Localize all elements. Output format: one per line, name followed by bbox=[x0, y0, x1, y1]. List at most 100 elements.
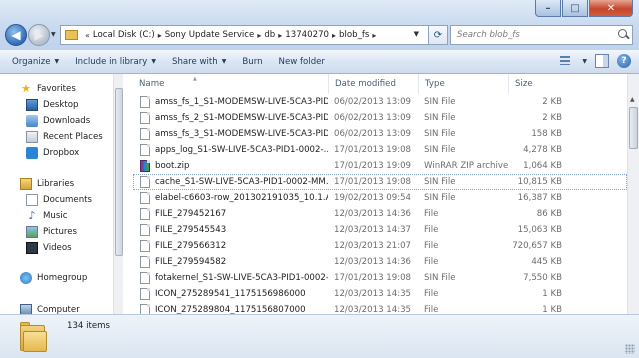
file-name-cell[interactable]: FILE_279566312 bbox=[134, 240, 328, 252]
share-with-button[interactable]: Share with ▼ bbox=[172, 57, 226, 67]
chevron-right-icon[interactable]: ▸ bbox=[372, 31, 376, 40]
organize-button[interactable]: Organize ▼ bbox=[12, 57, 59, 67]
nav-videos[interactable]: Videos bbox=[26, 242, 72, 254]
nav-libraries[interactable]: Libraries bbox=[20, 178, 74, 190]
view-dropdown-icon[interactable]: ▼ bbox=[582, 58, 587, 65]
file-list-scrollbar[interactable]: ▲ bbox=[627, 74, 639, 314]
close-button[interactable]: ✕ bbox=[589, 0, 633, 17]
file-row[interactable]: boot.zip 17/01/2013 19:09 WinRAR ZIP archi… bbox=[133, 158, 627, 174]
chevron-icon[interactable]: « bbox=[85, 31, 90, 40]
navigation-pane: ★ Favorites Desktop Downloads Recent Plac… bbox=[0, 74, 123, 314]
file-row[interactable]: amss_fs_1_S1-MODEMSW-LIVE-5CA3-PID... 06/… bbox=[133, 94, 627, 110]
nav-desktop[interactable]: Desktop bbox=[26, 99, 78, 111]
file-name-cell[interactable]: amss_fs_1_S1-MODEMSW-LIVE-5CA3-PID... bbox=[134, 96, 328, 108]
file-type: SIN File bbox=[424, 113, 456, 123]
music-note-icon: ♪ bbox=[28, 209, 36, 222]
file-row[interactable]: fotakernel_S1-SW-LIVE-5CA3-PID1-0002-...… bbox=[133, 270, 627, 286]
breadcrumb-blob-fs[interactable]: blob_fs bbox=[339, 30, 369, 40]
file-name: amss_fs_3_S1-MODEMSW-LIVE-5CA3-PID... bbox=[155, 129, 328, 139]
file-type: File bbox=[424, 289, 439, 299]
burn-button[interactable]: Burn bbox=[242, 57, 262, 67]
file-name-cell[interactable]: FILE_279545543 bbox=[134, 224, 328, 236]
chevron-right-icon[interactable]: ▸ bbox=[257, 31, 261, 40]
include-in-library-button[interactable]: Include in library ▼ bbox=[75, 57, 156, 67]
nav-homegroup[interactable]: Homegroup bbox=[20, 272, 87, 284]
resize-grip-icon[interactable] bbox=[625, 344, 635, 354]
minimize-button[interactable]: – bbox=[535, 0, 561, 17]
chevron-right-icon[interactable]: ▸ bbox=[278, 31, 282, 40]
burn-label: Burn bbox=[242, 56, 263, 67]
file-row[interactable]: cache_S1-SW-LIVE-5CA3-PID1-0002-MM... 17/… bbox=[133, 174, 627, 190]
scrollbar-thumb[interactable] bbox=[629, 107, 638, 149]
help-icon[interactable]: ? bbox=[617, 54, 631, 68]
file-row[interactable]: FILE_279594582 12/03/2013 14:36 File 445 KB bbox=[133, 254, 627, 270]
file-row[interactable]: ICON_275289541_1175156986000 12/03/2013 1… bbox=[133, 286, 627, 302]
file-type: SIN File bbox=[424, 97, 456, 107]
back-button[interactable]: ◀ bbox=[5, 24, 27, 46]
nav-dropbox[interactable]: Dropbox bbox=[26, 147, 79, 159]
nav-music[interactable]: ♪ Music bbox=[26, 210, 67, 222]
maximize-button[interactable]: □ bbox=[562, 0, 588, 17]
address-bar[interactable]: « Local Disk (C:) ▸ Sony Update Service … bbox=[60, 25, 442, 45]
file-size: 15,063 KB bbox=[517, 225, 562, 235]
address-dropdown-icon[interactable]: ▼ bbox=[414, 30, 419, 38]
file-name-cell[interactable]: amss_fs_2_S1-MODEMSW-LIVE-5CA3-PID... bbox=[134, 112, 328, 124]
file-row[interactable]: apps_log_S1-SW-LIVE-5CA3-PID1-0002-... 17… bbox=[133, 142, 627, 158]
refresh-button[interactable]: ⟳ bbox=[428, 25, 448, 45]
navigation-scrollbar[interactable] bbox=[113, 74, 123, 314]
breadcrumb-db[interactable]: db bbox=[264, 30, 275, 40]
file-icon bbox=[140, 256, 150, 268]
file-name: amss_fs_2_S1-MODEMSW-LIVE-5CA3-PID... bbox=[155, 113, 328, 123]
file-name-cell[interactable]: elabel-c6603-row_201302191035_10.1.A.1..… bbox=[134, 192, 328, 204]
breadcrumb-13740270[interactable]: 13740270 bbox=[285, 30, 329, 40]
preview-pane-icon[interactable] bbox=[595, 54, 609, 68]
file-name-cell[interactable]: FILE_279594582 bbox=[134, 256, 328, 268]
column-header-type[interactable]: Type bbox=[419, 74, 509, 94]
file-name-cell[interactable]: boot.zip bbox=[134, 160, 328, 172]
nav-recent-places[interactable]: Recent Places bbox=[26, 131, 103, 143]
breadcrumb-local-disk[interactable]: Local Disk (C:) bbox=[93, 30, 155, 40]
nav-downloads[interactable]: Downloads bbox=[26, 115, 90, 127]
column-header-size[interactable]: Size bbox=[509, 74, 627, 94]
search-icon[interactable] bbox=[616, 27, 632, 43]
file-row[interactable]: FILE_279566312 12/03/2013 21:07 File 720,65… bbox=[133, 238, 627, 254]
search-box[interactable]: Search blob_fs bbox=[450, 25, 633, 45]
folder-icon bbox=[65, 30, 78, 40]
file-row[interactable]: FILE_279452167 12/03/2013 14:36 File 86 KB bbox=[133, 206, 627, 222]
scroll-up-icon[interactable]: ▲ bbox=[630, 96, 635, 103]
chevron-right-icon[interactable]: ▸ bbox=[158, 31, 162, 40]
file-row[interactable]: FILE_279545543 12/03/2013 14:37 File 15,063… bbox=[133, 222, 627, 238]
file-name-cell[interactable]: ICON_275289541_1175156986000 bbox=[134, 288, 328, 300]
column-header-date-modified[interactable]: Date modified bbox=[329, 74, 419, 94]
nav-favorites[interactable]: ★ Favorites bbox=[20, 83, 76, 95]
file-name: ICON_275289541_1175156986000 bbox=[155, 289, 306, 299]
view-controls: ▼ ? bbox=[558, 54, 631, 68]
scrollbar-thumb[interactable] bbox=[115, 88, 123, 256]
file-name-cell[interactable]: amss_fs_3_S1-MODEMSW-LIVE-5CA3-PID... bbox=[134, 128, 328, 140]
file-size: 158 KB bbox=[531, 129, 562, 139]
forward-button[interactable]: ▶ bbox=[28, 24, 50, 46]
file-row[interactable]: elabel-c6603-row_201302191035_10.1.A.1..… bbox=[133, 190, 627, 206]
nav-label: Pictures bbox=[43, 227, 78, 237]
pane-splitter[interactable] bbox=[123, 74, 133, 314]
nav-documents[interactable]: Documents bbox=[26, 194, 92, 206]
nav-pictures[interactable]: Pictures bbox=[26, 226, 77, 238]
change-view-icon[interactable] bbox=[558, 54, 574, 68]
file-name-cell[interactable]: cache_S1-SW-LIVE-5CA3-PID1-0002-MM... bbox=[134, 176, 328, 188]
recent-pages-dropdown[interactable]: ▼ bbox=[51, 31, 56, 38]
chevron-right-icon[interactable]: ▸ bbox=[332, 31, 336, 40]
file-row[interactable]: ICON_275289804_1175156807000 12/03/2013 1… bbox=[133, 302, 627, 314]
file-row[interactable]: amss_fs_3_S1-MODEMSW-LIVE-5CA3-PID... 06/… bbox=[133, 126, 627, 142]
search-input[interactable]: Search blob_fs bbox=[457, 30, 520, 40]
file-name-cell[interactable]: ICON_275289804_1175156807000 bbox=[134, 304, 328, 314]
file-name-cell[interactable]: fotakernel_S1-SW-LIVE-5CA3-PID1-0002-... bbox=[134, 272, 328, 284]
file-name-cell[interactable]: apps_log_S1-SW-LIVE-5CA3-PID1-0002-... bbox=[134, 144, 328, 156]
nav-computer[interactable]: Computer bbox=[20, 304, 80, 314]
breadcrumb-sony-update-service[interactable]: Sony Update Service bbox=[165, 30, 255, 40]
file-icon bbox=[140, 192, 150, 204]
dropdown-arrow-icon: ▼ bbox=[151, 58, 156, 65]
column-header-name[interactable]: Name bbox=[133, 74, 329, 94]
file-name-cell[interactable]: FILE_279452167 bbox=[134, 208, 328, 220]
file-row[interactable]: amss_fs_2_S1-MODEMSW-LIVE-5CA3-PID... 06/… bbox=[133, 110, 627, 126]
new-folder-button[interactable]: New folder bbox=[279, 57, 325, 67]
